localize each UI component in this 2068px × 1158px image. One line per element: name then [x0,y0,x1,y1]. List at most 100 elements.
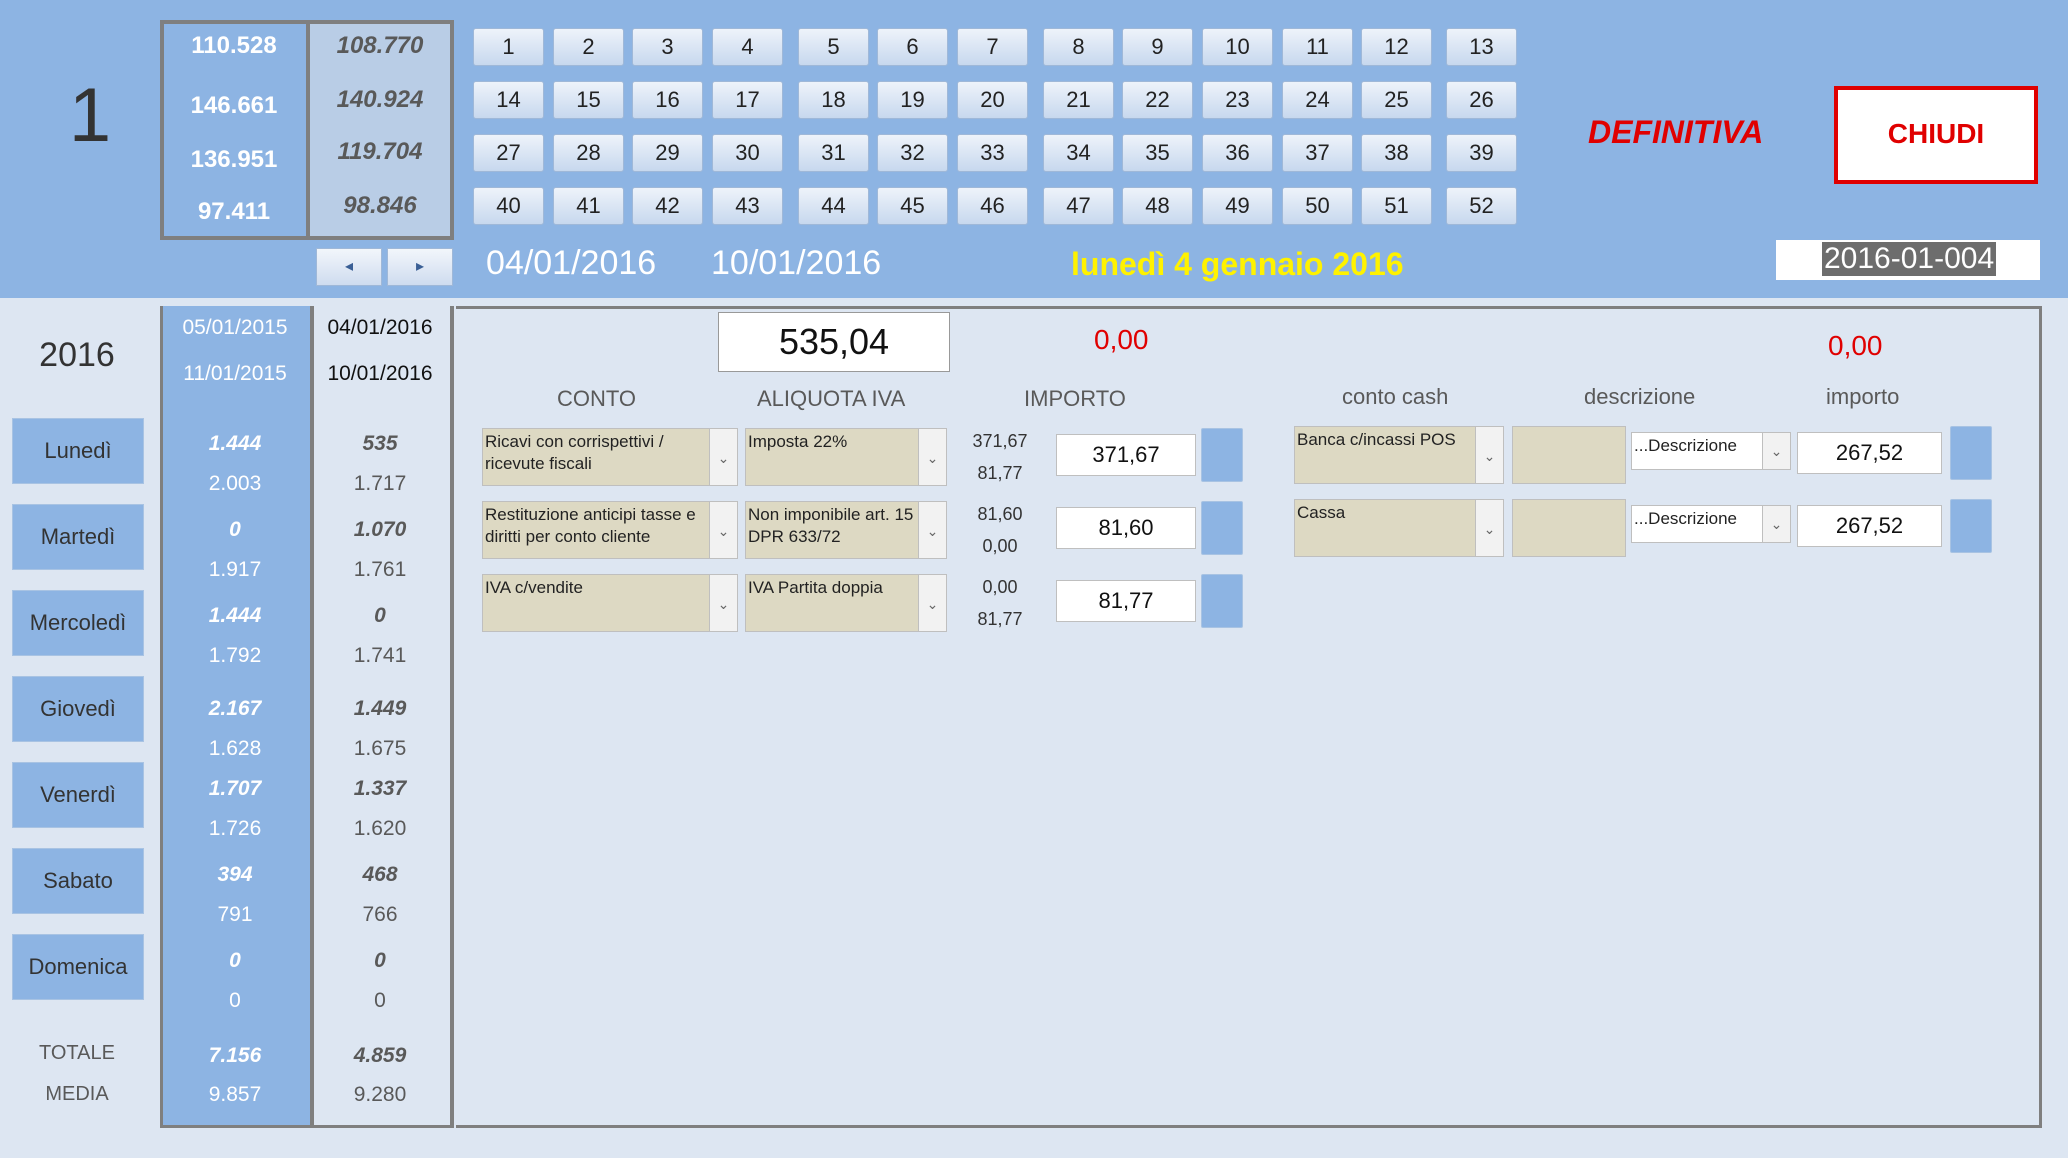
week-button-45[interactable]: 45 [877,187,948,225]
document-code-field[interactable]: 2016-01-004 [1776,240,2040,280]
week-button-21[interactable]: 21 [1043,81,1114,119]
week-button-37[interactable]: 37 [1282,134,1353,172]
conto-cash-select[interactable]: Banca c/incassi POS ⌄ [1294,426,1504,484]
week-button-51[interactable]: 51 [1361,187,1432,225]
week-button-22[interactable]: 22 [1122,81,1193,119]
week-button-34[interactable]: 34 [1043,134,1114,172]
week-button-27[interactable]: 27 [473,134,544,172]
week-button-41[interactable]: 41 [553,187,624,225]
day-button-venerdi[interactable]: Venerdì [12,762,144,828]
week-button-6[interactable]: 6 [877,28,948,66]
prev-week-button[interactable]: ◂ [316,248,382,286]
aliquota-select[interactable]: IVA Partita doppia ⌄ [745,574,947,632]
week-button-10[interactable]: 10 [1202,28,1273,66]
week-button-50[interactable]: 50 [1282,187,1353,225]
week-button-25[interactable]: 25 [1361,81,1432,119]
week-button-44[interactable]: 44 [798,187,869,225]
day-button-lunedi[interactable]: Lunedì [12,418,144,484]
week-button-17[interactable]: 17 [712,81,783,119]
descrizione-field[interactable] [1512,499,1626,557]
week-button-3[interactable]: 3 [632,28,703,66]
week-button-49[interactable]: 49 [1202,187,1273,225]
row-action-button[interactable] [1201,428,1243,482]
dropdown-arrow-icon[interactable]: ⌄ [918,502,946,558]
week-button-48[interactable]: 48 [1122,187,1193,225]
dropdown-arrow-icon[interactable]: ⌄ [709,429,737,485]
dropdown-arrow-icon[interactable]: ⌄ [918,429,946,485]
importo-input[interactable]: 81,60 [1056,507,1196,549]
importo-cash-input[interactable]: 267,52 [1797,505,1942,547]
dropdown-arrow-icon[interactable]: ⌄ [709,575,737,631]
week-button-14[interactable]: 14 [473,81,544,119]
close-button[interactable]: CHIUDI [1834,86,2038,184]
dropdown-arrow-icon[interactable]: ⌄ [709,502,737,558]
week-button-46[interactable]: 46 [957,187,1028,225]
total-amount-field[interactable]: 535,04 [718,312,950,372]
week-button-12[interactable]: 12 [1361,28,1432,66]
week-button-11[interactable]: 11 [1282,28,1353,66]
week-button-2[interactable]: 2 [553,28,624,66]
week-button-1[interactable]: 1 [473,28,544,66]
week-button-52[interactable]: 52 [1446,187,1517,225]
week-button-35[interactable]: 35 [1122,134,1193,172]
day-button-giovedi[interactable]: Giovedì [12,676,144,742]
conto-select[interactable]: Restituzione anticipi tasse e diritti pe… [482,501,738,559]
cash-action-button[interactable] [1950,426,1992,480]
cash-action-button[interactable] [1950,499,1992,553]
week-button-5[interactable]: 5 [798,28,869,66]
week-button-20[interactable]: 20 [957,81,1028,119]
week-button-33[interactable]: 33 [957,134,1028,172]
dropdown-arrow-icon[interactable]: ⌄ [1475,500,1503,556]
descrizione-select[interactable]: ...Descrizione ⌄ [1631,432,1791,470]
descrizione-select[interactable]: ...Descrizione ⌄ [1631,505,1791,543]
week-button-23[interactable]: 23 [1202,81,1273,119]
week-button-43[interactable]: 43 [712,187,783,225]
date-to: 10/01/2016 [711,244,882,282]
week-button-38[interactable]: 38 [1361,134,1432,172]
week-button-13[interactable]: 13 [1446,28,1517,66]
descrizione-field[interactable] [1512,426,1626,484]
week-button-7[interactable]: 7 [957,28,1028,66]
iva-value: 0,00 [982,536,1018,556]
week-button-19[interactable]: 19 [877,81,948,119]
aliquota-select[interactable]: Imposta 22% ⌄ [745,428,947,486]
week-button-15[interactable]: 15 [553,81,624,119]
dropdown-arrow-icon[interactable]: ⌄ [918,575,946,631]
week-button-42[interactable]: 42 [632,187,703,225]
week-button-16[interactable]: 16 [632,81,703,119]
day-button-martedi[interactable]: Martedì [12,504,144,570]
row-action-button[interactable] [1201,501,1243,555]
conto-cash-select[interactable]: Cassa ⌄ [1294,499,1504,557]
day-button-domenica[interactable]: Domenica [12,934,144,1000]
importo-input[interactable]: 371,67 [1056,434,1196,476]
week-button-32[interactable]: 32 [877,134,948,172]
week-button-29[interactable]: 29 [632,134,703,172]
importo-input[interactable]: 81,77 [1056,580,1196,622]
week-button-18[interactable]: 18 [798,81,869,119]
importo-cash-input[interactable]: 267,52 [1797,432,1942,474]
dropdown-arrow-icon[interactable]: ⌄ [1762,506,1790,542]
day-button-mercoledi[interactable]: Mercoledì [12,590,144,656]
next-week-button[interactable]: ▸ [387,248,453,286]
week-button-26[interactable]: 26 [1446,81,1517,119]
dropdown-arrow-icon[interactable]: ⌄ [1475,427,1503,483]
week-button-39[interactable]: 39 [1446,134,1517,172]
conto-select[interactable]: IVA c/vendite ⌄ [482,574,738,632]
week-button-24[interactable]: 24 [1282,81,1353,119]
week-button-31[interactable]: 31 [798,134,869,172]
day-avg-value: 1.628 [208,737,262,760]
week-button-9[interactable]: 9 [1122,28,1193,66]
day-button-sabato[interactable]: Sabato [12,848,144,914]
week-button-40[interactable]: 40 [473,187,544,225]
week-button-30[interactable]: 30 [712,134,783,172]
week-button-28[interactable]: 28 [553,134,624,172]
conto-select[interactable]: Ricavi con corrispettivi / ricevute fisc… [482,428,738,486]
week-button-4[interactable]: 4 [712,28,783,66]
week-button-47[interactable]: 47 [1043,187,1114,225]
dropdown-arrow-icon[interactable]: ⌄ [1762,433,1790,469]
row-action-button[interactable] [1201,574,1243,628]
week-button-36[interactable]: 36 [1202,134,1273,172]
week-button-8[interactable]: 8 [1043,28,1114,66]
aliquota-select[interactable]: Non imponibile art. 15 DPR 633/72 ⌄ [745,501,947,559]
current-day-label: lunedì 4 gennaio 2016 [1071,246,1404,282]
